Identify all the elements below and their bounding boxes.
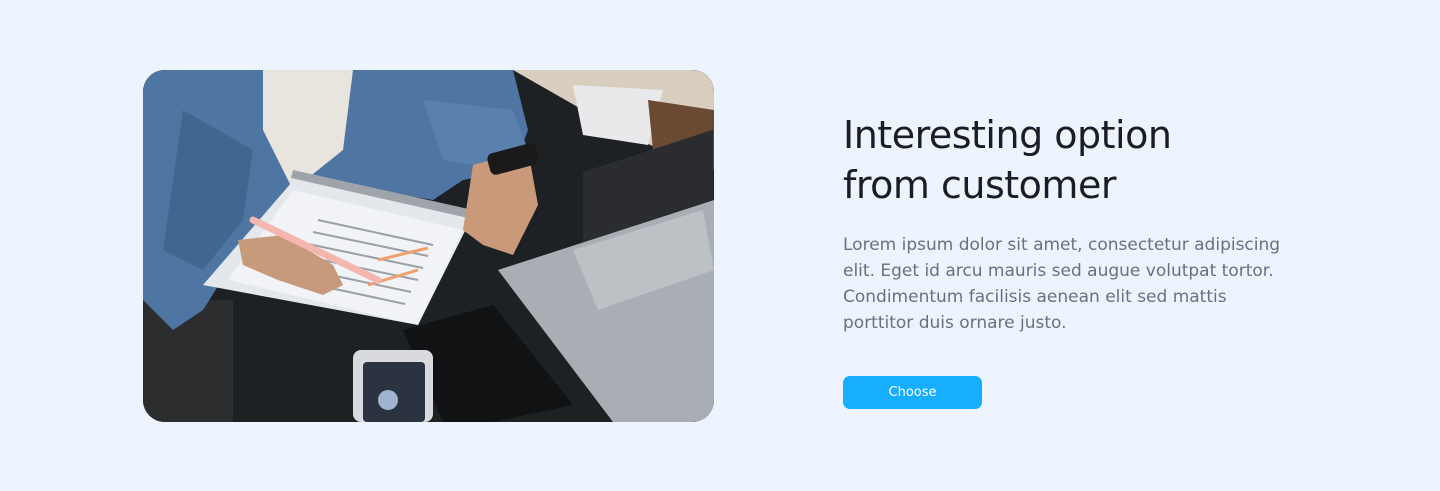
feature-title: Interesting option from customer <box>843 113 1172 207</box>
choose-button[interactable]: Choose <box>843 376 982 409</box>
photo-illustration <box>143 70 714 422</box>
feature-content: Interesting option from customer Lorem i… <box>843 110 1293 409</box>
feature-description: Lorem ipsum dolor sit amet, consectetur … <box>843 235 1281 333</box>
business-meeting-photo <box>143 70 714 422</box>
feature-section: Interesting option from customer Lorem i… <box>0 0 1440 491</box>
